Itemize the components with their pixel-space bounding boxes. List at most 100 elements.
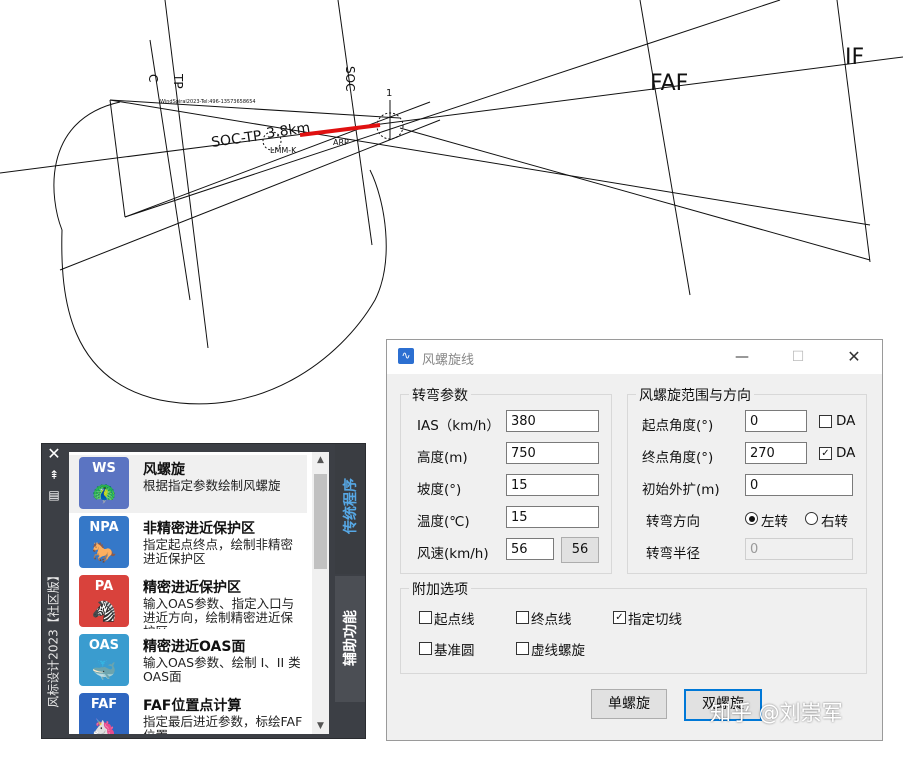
palette-scrollbar[interactable]: ▲ ▼ xyxy=(312,452,329,734)
label-c: C xyxy=(146,74,160,82)
minimize-button[interactable]: — xyxy=(727,346,757,368)
start-da-label: DA xyxy=(836,413,856,429)
palette-strip: ✕ ⇞ ▤ 风标设计2023【社区版】 xyxy=(42,444,67,738)
cad-line xyxy=(399,127,871,261)
turn-direction-label: 转弯方向 xyxy=(646,514,700,530)
single-spiral-button[interactable]: 单螺旋 xyxy=(591,689,667,719)
altitude-label: 高度(m) xyxy=(417,450,468,466)
cad-line xyxy=(109,99,871,226)
extra-options-group: 附加选项 起点线 终点线 ✓ 指定切线 基准圆 虚线螺旋 xyxy=(400,579,867,674)
wind-speed-calc-button[interactable]: 56 xyxy=(561,537,599,563)
tool-item-oas[interactable]: OAS 🐳 精密进近OAS面 输入OAS参数、绘制 I、II 类OAS面 xyxy=(69,632,307,690)
end-angle-input[interactable]: 270 xyxy=(745,442,807,464)
end-da-label: DA xyxy=(836,445,856,461)
horse-icon: NPA 🐎 xyxy=(79,516,129,568)
pin-icon[interactable]: ⇞ xyxy=(46,468,62,482)
scroll-up-icon[interactable]: ▲ xyxy=(312,452,329,468)
app-icon: ∿ xyxy=(398,348,414,364)
cad-line xyxy=(124,101,431,218)
maximize-button[interactable]: ☐ xyxy=(783,346,813,368)
label-distance: 3.8km xyxy=(265,120,311,142)
tiny-header-text: WindSpiral2023-Tel:496-13573658654 xyxy=(160,99,256,105)
tangent-label: 指定切线 xyxy=(628,612,682,628)
cad-line xyxy=(639,0,691,296)
temperature-input[interactable]: 15 xyxy=(506,506,599,528)
dashed-spiral-label: 虚线螺旋 xyxy=(531,643,585,659)
cad-line xyxy=(164,0,209,349)
palette-tool-list: WS 🦚 风螺旋 根据指定参数绘制风螺旋 NPA 🐎 非精密进近保护区 指定起点终点… xyxy=(69,452,329,734)
label-tp: TP xyxy=(171,73,185,89)
tool-item-ws[interactable]: WS 🦚 风螺旋 根据指定参数绘制风螺旋 xyxy=(69,455,307,513)
start-angle-input[interactable]: 0 xyxy=(745,410,807,432)
group-title: 附加选项 xyxy=(409,579,471,599)
turn-right-radio[interactable] xyxy=(805,512,818,525)
turn-right-label: 右转 xyxy=(821,514,848,530)
initial-offset-input[interactable]: 0 xyxy=(745,474,853,496)
tool-item-desc: 根据指定参数绘制风螺旋 xyxy=(143,479,281,493)
scroll-thumb[interactable] xyxy=(314,474,327,569)
palette-vertical-title: 风标设计2023【社区版】 xyxy=(46,569,61,708)
altitude-input[interactable]: 750 xyxy=(506,442,599,464)
end-line-checkbox[interactable] xyxy=(516,611,529,624)
end-angle-label: 终点角度(°) xyxy=(642,450,714,466)
turn-radius-label: 转弯半径 xyxy=(646,546,700,562)
tool-item-npa[interactable]: NPA 🐎 非精密进近保护区 指定起点终点，绘制非精密进近保护区 xyxy=(69,514,307,572)
tool-item-faf[interactable]: FAF🦄 FAF位置点计算 指定最后进近参数，标绘FAF位置 xyxy=(69,691,307,734)
watermark: 知乎 @刘崇军 xyxy=(710,701,843,725)
ias-input[interactable]: 380 xyxy=(506,410,599,432)
tool-item-title: 非精密进近保护区 xyxy=(143,521,255,537)
turn-params-group: 转弯参数 IAS（km/h） 380 高度(m) 750 坡度(°) 15 温度… xyxy=(400,385,612,574)
temperature-label: 温度(℃) xyxy=(417,514,470,530)
properties-icon[interactable]: ▤ xyxy=(46,488,62,502)
tab-traditional[interactable]: 传统程序 xyxy=(335,444,365,574)
tool-item-title: 风螺旋 xyxy=(143,462,185,478)
scroll-down-icon[interactable]: ▼ xyxy=(312,718,329,734)
close-button[interactable]: ✕ xyxy=(839,346,869,368)
initial-offset-label: 初始外扩(m) xyxy=(642,482,720,498)
tab-auxiliary[interactable]: 辅助功能 xyxy=(335,576,365,702)
turn-left-radio[interactable] xyxy=(745,512,758,525)
cad-line xyxy=(124,0,781,218)
group-title: 风螺旋范围与方向 xyxy=(636,385,754,405)
zebra-icon: PA 🦓 xyxy=(79,575,129,627)
cad-line xyxy=(0,56,903,174)
label-soc-tp: SOC-TP xyxy=(210,128,262,151)
tool-palette: ✕ ⇞ ▤ 风标设计2023【社区版】 WS 🦚 风螺旋 根据指定参数绘制风螺旋 … xyxy=(41,443,366,739)
start-da-checkbox[interactable] xyxy=(819,415,832,428)
start-line-checkbox[interactable] xyxy=(419,611,432,624)
label-lmm: LMM-K xyxy=(270,146,297,155)
whale-icon: OAS 🐳 xyxy=(79,634,129,686)
label-if: IF xyxy=(845,45,864,70)
dashed-spiral-checkbox[interactable] xyxy=(516,642,529,655)
label-one: 1 xyxy=(386,88,392,99)
tangent-checkbox[interactable]: ✓ xyxy=(613,611,626,624)
label-faf: FAF xyxy=(650,71,688,96)
dialog-titlebar[interactable]: ∿ 风螺旋线 — ☐ ✕ xyxy=(387,340,882,374)
tool-item-desc: 指定起点终点，绘制非精密进近保护区 xyxy=(143,538,294,566)
label-arp: ARP xyxy=(333,138,349,147)
red-segment xyxy=(299,123,381,137)
end-da-checkbox[interactable]: ✓ xyxy=(819,447,832,460)
bank-label: 坡度(°) xyxy=(417,482,462,498)
tool-item-desc: 输入OAS参数、绘制 I、II 类OAS面 xyxy=(143,656,301,684)
label-soc: SOC xyxy=(343,66,357,91)
base-circle-checkbox[interactable] xyxy=(419,642,432,655)
tool-item-desc: 输入OAS参数、指定入口与进近方向，绘制精密进近保护区 xyxy=(143,597,295,629)
turn-left-label: 左转 xyxy=(761,514,788,530)
ias-label: IAS（km/h） xyxy=(417,418,500,434)
tool-item-pa[interactable]: PA🦓 精密进近保护区 输入OAS参数、指定入口与进近方向，绘制精密进近保护区 xyxy=(69,573,307,631)
spiral-range-group: 风螺旋范围与方向 起点角度(°) 0 DA 终点角度(°) 270 ✓ DA 初… xyxy=(627,385,867,574)
tool-item-title: 精密进近保护区 xyxy=(143,580,241,596)
tool-item-desc: 指定最后进近参数，标绘FAF位置 xyxy=(143,715,303,734)
start-line-label: 起点线 xyxy=(434,612,475,628)
turn-radius-input: 0 xyxy=(745,538,853,560)
dialog-title: 风螺旋线 xyxy=(422,353,475,368)
end-line-label: 终点线 xyxy=(531,612,572,628)
tool-item-title: FAF位置点计算 xyxy=(143,698,242,714)
unicorn-icon: FAF 🦄 xyxy=(79,693,129,734)
wind-speed-label: 风速(km/h) xyxy=(417,546,489,562)
close-icon[interactable]: ✕ xyxy=(46,446,62,462)
bank-input[interactable]: 15 xyxy=(506,474,599,496)
peacock-icon: WS 🦚 xyxy=(79,457,129,509)
wind-speed-input[interactable]: 56 xyxy=(506,538,554,560)
